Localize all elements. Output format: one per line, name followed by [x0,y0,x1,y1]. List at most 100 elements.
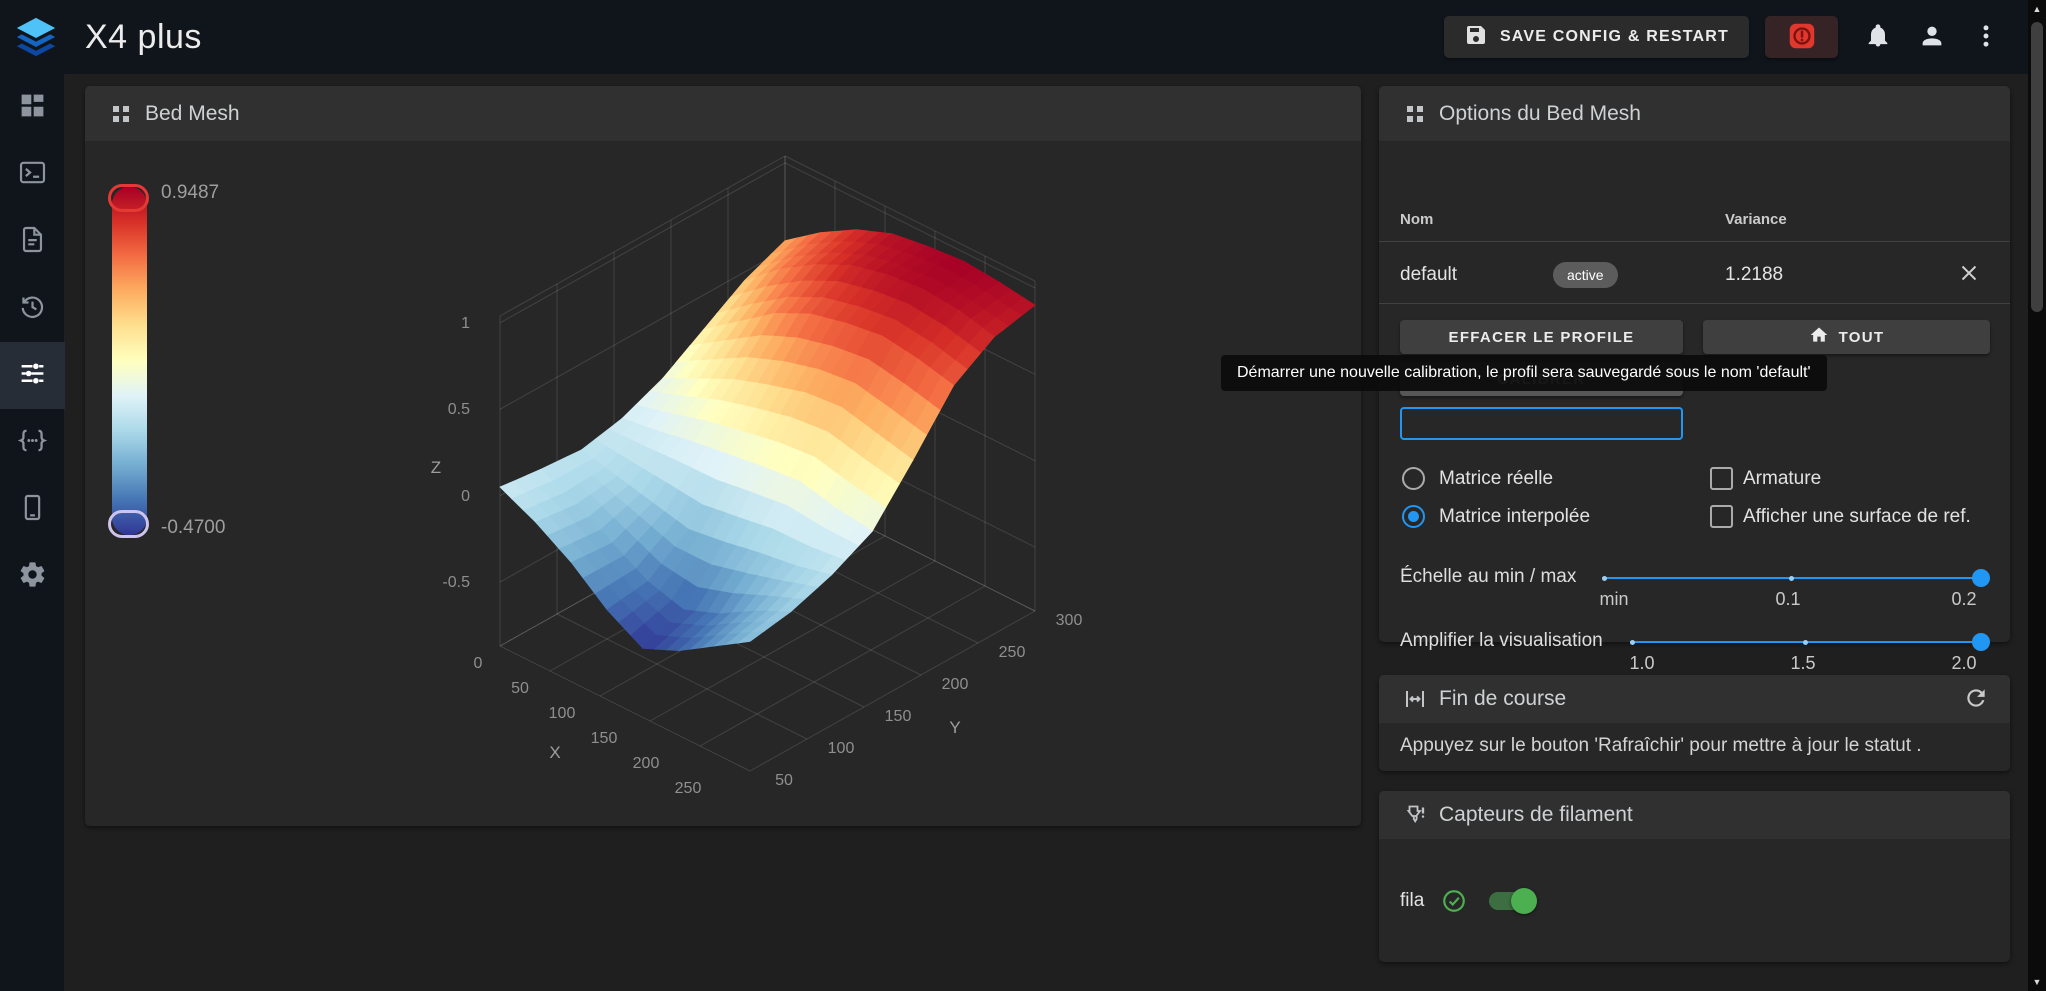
refresh-icon [1963,688,1989,714]
sidebar-item-tune[interactable] [0,342,65,409]
column-header-variance: Variance [1725,211,1787,228]
svg-text:150: 150 [591,730,618,747]
svg-text:250: 250 [999,644,1026,661]
svg-text:150: 150 [885,708,912,725]
svg-text:200: 200 [942,676,969,693]
bed-mesh-panel-title: Bed Mesh [145,101,240,125]
options-panel-header: Options du Bed Mesh [1379,86,2010,141]
home-all-label: TOUT [1838,328,1885,346]
sidebar-item-settings[interactable] [0,543,65,610]
svg-text:50: 50 [511,680,529,697]
amplify-slider-handle[interactable] [1972,633,1990,651]
svg-text:250: 250 [675,780,702,797]
bed-mesh-panel: Bed Mesh 0 50 100 150 200 250 50 100 150 200 250 30… [85,86,1361,826]
svg-text:-0.5: -0.5 [442,574,470,591]
options-panel-title: Options du Bed Mesh [1439,101,1641,125]
dashboard-icon [18,91,47,125]
overflow-menu-button[interactable] [1962,13,2010,61]
app: X4 plus SAVE CONFIG & RESTART Bed Mesh 0… [0,0,2046,991]
scroll-down-icon[interactable]: ▼ [2028,973,2046,991]
account-button[interactable] [1908,13,1956,61]
tune-icon [18,359,47,393]
endstops-panel-header: Fin de course [1379,675,2010,723]
gear-icon [18,560,47,594]
app-logo-icon[interactable] [13,14,59,60]
colorbar-max-handle[interactable] [108,184,149,212]
checkbox-wireframe-label: Armature [1743,468,1822,489]
scale-slider-handle[interactable] [1972,569,1990,587]
bed-mesh-plot[interactable]: 0 50 100 150 200 250 50 100 150 200 250 300 -0.5 0 0.5… [85,141,1361,826]
dots-vertical-icon [1972,22,2000,53]
sidebar-item-machine[interactable] [0,476,65,543]
slider-tick [1602,575,1607,581]
radio-interpolated-matrix[interactable] [1402,505,1425,528]
scroll-up-icon[interactable]: ▲ [2028,0,2046,18]
calibration-outlined-button[interactable] [1400,407,1683,440]
save-config-button[interactable]: SAVE CONFIG & RESTART [1443,16,1749,58]
options-body: Nom Variance default active 1.2188 EFFAC… [1379,141,2010,673]
scale-tick-mid: 0.1 [1775,589,1801,609]
filament-panel-header: Capteurs de filament [1379,791,2010,839]
scale-slider-label: Échelle au min / max [1400,566,1577,587]
sidebar [0,74,65,991]
colorbar [108,184,149,538]
sidebar-item-gcode-files[interactable] [0,208,65,275]
filament-sensors-panel: Capteurs de filament fila [1379,791,2010,962]
svg-text:200: 200 [633,755,660,772]
svg-text:100: 100 [549,705,576,722]
close-icon [1956,265,1982,289]
profile-name: default [1400,264,1458,285]
code-braces-icon [17,426,48,460]
gcode-file-icon [18,225,47,259]
colorbar-min-label: -0.4700 [161,517,226,538]
svg-text:0: 0 [461,488,470,505]
endstops-message: Appuyez sur le bouton 'Rafraîchir' pour … [1400,735,1922,756]
svg-text:X: X [549,743,560,762]
check-circle-icon [1441,888,1467,914]
sidebar-item-macros[interactable] [0,409,65,476]
colorbar-min-handle[interactable] [108,510,149,538]
endstops-panel-title: Fin de course [1439,687,1567,710]
slider-tick [1803,639,1808,645]
console-icon [18,158,47,192]
sidebar-item-dashboard[interactable] [0,74,65,141]
svg-text:50: 50 [775,772,793,789]
radio-real-matrix[interactable] [1402,467,1425,490]
scale-tick-max: 0.2 [1951,589,1977,609]
save-icon [1464,23,1488,52]
amplify-tick-mid: 1.5 [1790,653,1816,673]
slider-tick [1789,575,1794,581]
home-all-button[interactable]: TOUT [1703,320,1990,354]
checkbox-wireframe[interactable] [1710,467,1733,490]
scale-tick-min: min [1599,589,1629,609]
clear-profile-button[interactable]: EFFACER LE PROFILE [1400,320,1683,354]
amplify-slider-label: Amplifier la visualisation [1400,630,1603,651]
notifications-button[interactable] [1854,13,1902,61]
bed-mesh-panel-header: Bed Mesh [85,86,1361,141]
svg-text:0: 0 [474,655,483,672]
amplify-slider[interactable] [1630,639,1981,645]
emergency-stop-icon [1786,20,1818,55]
account-icon [1918,22,1946,53]
filament-sensor-name: fila [1400,890,1425,911]
amplify-tick-max: 2.0 [1951,653,1977,673]
svg-text:300: 300 [1056,612,1083,629]
refresh-endstops-button[interactable] [1958,681,1994,717]
emergency-stop-button[interactable] [1765,16,1838,58]
scrollbar[interactable]: ▲ ▼ [2028,0,2046,991]
scale-slider[interactable] [1602,575,1981,581]
scrollbar-thumb[interactable] [2031,22,2043,312]
sidebar-item-history[interactable] [0,275,65,342]
divider [1379,303,2010,304]
amplify-tick-min: 1.0 [1629,653,1655,673]
active-badge: active [1553,262,1618,288]
slider-tick [1630,639,1635,645]
clear-profile-label: EFFACER LE PROFILE [1448,328,1635,346]
sidebar-item-console[interactable] [0,141,65,208]
remove-profile-button[interactable] [1955,260,1983,288]
svg-text:Z: Z [431,458,441,477]
calibrate-tooltip: Démarrer une nouvelle calibration, le pr… [1221,355,1827,391]
checkbox-ref-surface[interactable] [1710,505,1733,528]
filament-sensor-toggle[interactable] [1489,888,1537,914]
radio-real-matrix-label: Matrice réelle [1439,468,1554,489]
